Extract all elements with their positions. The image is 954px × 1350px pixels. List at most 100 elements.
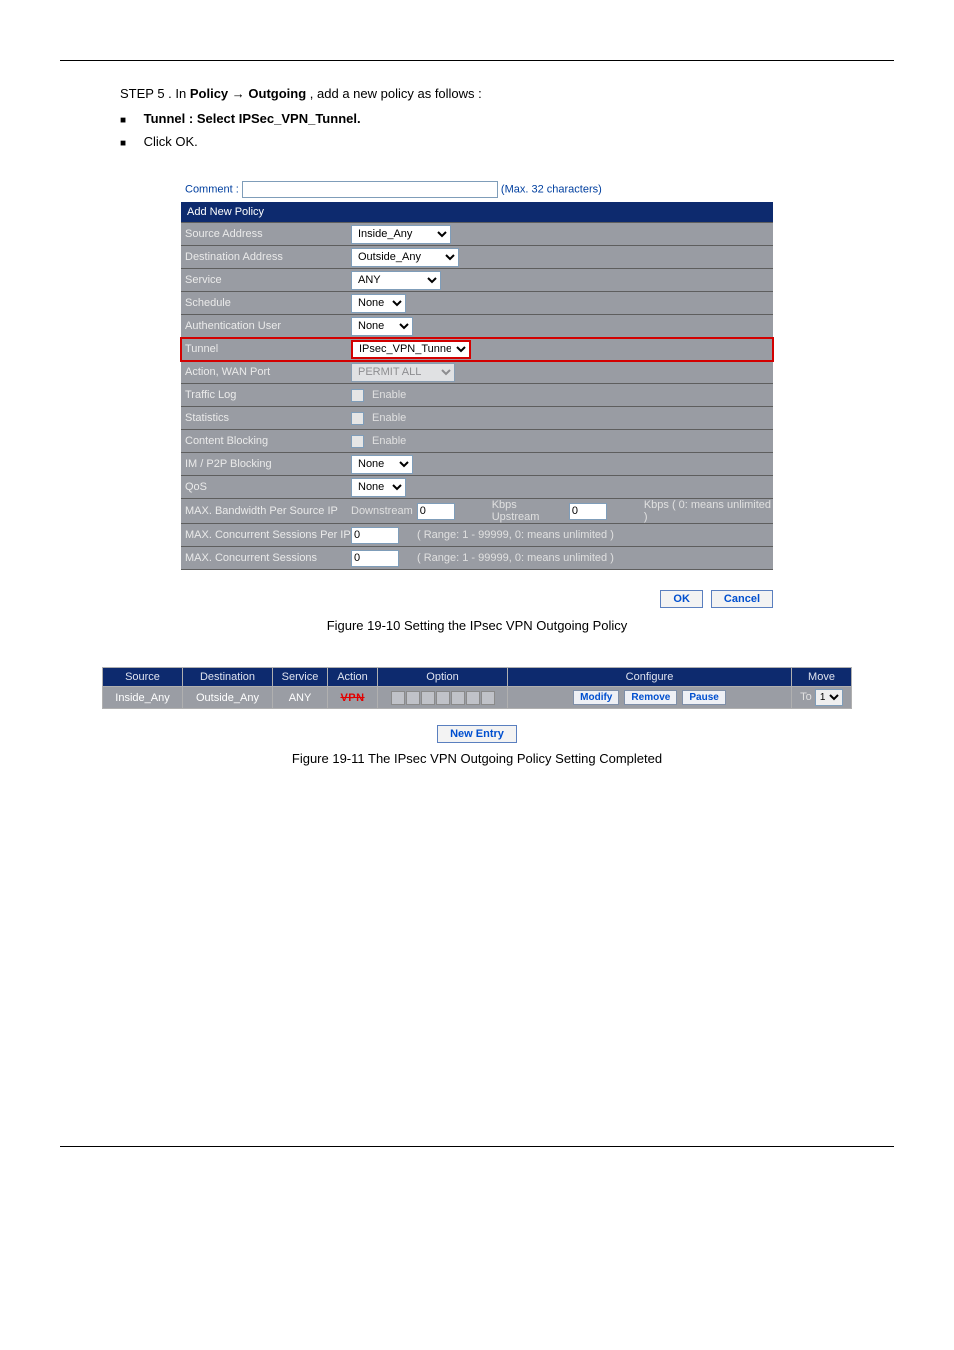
select-source[interactable]: Inside_Any [351, 225, 451, 244]
label-action: Action, WAN Port [181, 366, 351, 378]
table-row: Inside_Any Outside_Any ANY VPN Modify Re… [103, 687, 852, 709]
step-bold-outgoing: Outgoing [248, 86, 306, 101]
row-source-address: Source Address Inside_Any [181, 223, 773, 246]
label-service: Service [181, 274, 351, 286]
cell-action: VPN [328, 687, 378, 709]
label-maxsessip: MAX. Concurrent Sessions Per IP [181, 529, 351, 541]
option-slot-icon [391, 691, 405, 705]
label-dest: Destination Address [181, 251, 351, 263]
ok-button[interactable]: OK [660, 590, 703, 608]
checkbox-content[interactable] [351, 435, 364, 448]
move-select[interactable]: 1 [815, 689, 843, 706]
label-maxbw: MAX. Bandwidth Per Source IP [181, 505, 351, 517]
label-auth: Authentication User [181, 320, 351, 332]
step-prefix: STEP 5 . In [120, 86, 190, 101]
th-service: Service [273, 668, 328, 687]
upstream-input[interactable] [569, 503, 607, 520]
row-max-sess: MAX. Concurrent Sessions ( Range: 1 - 99… [181, 547, 773, 570]
row-max-bandwidth: MAX. Bandwidth Per Source IP Downstream … [181, 499, 773, 524]
downstream-label: Downstream [351, 505, 413, 517]
row-im-p2p: IM / P2P Blocking None [181, 453, 773, 476]
label-imp2p: IM / P2P Blocking [181, 458, 351, 470]
option-slot-icon [481, 691, 495, 705]
sessip-note: ( Range: 1 - 99999, 0: means unlimited ) [417, 529, 614, 541]
label-source: Source Address [181, 228, 351, 240]
option-slot-icon [451, 691, 465, 705]
label-traffic: Traffic Log [181, 389, 351, 401]
square-bullet-icon: ■ [120, 115, 130, 125]
th-configure: Configure [508, 668, 792, 687]
cancel-button[interactable]: Cancel [711, 590, 773, 608]
remove-button[interactable]: Remove [624, 690, 677, 705]
bottom-divider [60, 1146, 894, 1147]
row-dest-address: Destination Address Outside_Any [181, 246, 773, 269]
row-content-blocking: Content Blocking Enable [181, 430, 773, 453]
cell-service: ANY [273, 687, 328, 709]
th-move: Move [792, 668, 852, 687]
step-after: , add a new policy as follows : [310, 86, 482, 101]
upstream-label: Kbps Upstream [492, 499, 565, 523]
select-dest[interactable]: Outside_Any [351, 248, 459, 267]
option-slot-icon [466, 691, 480, 705]
enable-text: Enable [372, 412, 406, 424]
select-qos[interactable]: None [351, 478, 406, 497]
row-service: Service ANY [181, 269, 773, 292]
modify-button[interactable]: Modify [573, 690, 619, 705]
row-traffic-log: Traffic Log Enable [181, 384, 773, 407]
vpn-badge: VPN [340, 692, 364, 704]
pause-button[interactable]: Pause [682, 690, 725, 705]
th-dest: Destination [183, 668, 273, 687]
table-header-row: Source Destination Service Action Option… [103, 668, 852, 687]
cell-move: To 1 [792, 687, 852, 709]
option-slot-icon [436, 691, 450, 705]
comment-row: Comment : (Max. 32 characters) [181, 179, 773, 202]
downstream-input[interactable] [417, 503, 455, 520]
maxsessip-input[interactable] [351, 527, 399, 544]
cell-option [378, 687, 508, 709]
option-slot-icon [406, 691, 420, 705]
checkbox-traffic[interactable] [351, 389, 364, 402]
figure-caption-1: Figure 19-10 Setting the IPsec VPN Outgo… [60, 618, 894, 633]
move-to-label: To [800, 691, 812, 703]
option-slot-icon [421, 691, 435, 705]
section-header: Add New Policy [181, 202, 773, 223]
select-service[interactable]: ANY [351, 271, 441, 290]
select-tunnel[interactable]: IPsec_VPN_Tunnel [351, 340, 471, 359]
select-imp2p[interactable]: None [351, 455, 413, 474]
rule-table: Source Destination Service Action Option… [102, 667, 852, 709]
select-schedule[interactable]: None [351, 294, 406, 313]
square-bullet-icon: ■ [120, 138, 130, 148]
cell-configure: Modify Remove Pause [508, 687, 792, 709]
button-row: OK Cancel [181, 590, 773, 608]
bullet-ok: ■ Click OK. [120, 134, 894, 149]
comment-input[interactable] [242, 181, 498, 198]
select-auth[interactable]: None [351, 317, 413, 336]
th-option: Option [378, 668, 508, 687]
th-action: Action [328, 668, 378, 687]
row-auth-user: Authentication User None [181, 315, 773, 338]
checkbox-stats[interactable] [351, 412, 364, 425]
new-entry-row: New Entry [60, 725, 894, 743]
step-bold-policy: Policy [190, 86, 232, 101]
enable-text: Enable [372, 435, 406, 447]
top-divider [60, 60, 894, 61]
label-schedule: Schedule [181, 297, 351, 309]
new-entry-button[interactable]: New Entry [437, 725, 517, 743]
option-grid [382, 691, 503, 705]
label-tunnel: Tunnel [181, 343, 351, 355]
enable-text: Enable [372, 389, 406, 401]
maxsess-input[interactable] [351, 550, 399, 567]
row-action-wan: Action, WAN Port PERMIT ALL [181, 361, 773, 384]
label-content: Content Blocking [181, 435, 351, 447]
th-source: Source [103, 668, 183, 687]
comment-hint: (Max. 32 characters) [501, 183, 602, 195]
cell-source: Inside_Any [103, 687, 183, 709]
label-maxsess: MAX. Concurrent Sessions [181, 552, 351, 564]
bullet-tunnel: ■ Tunnel : Select IPSec_VPN_Tunnel. [120, 111, 894, 126]
comment-label: Comment : [185, 183, 239, 195]
figure-caption-2: Figure 19-11 The IPsec VPN Outgoing Poli… [60, 751, 894, 766]
row-tunnel: Tunnel IPsec_VPN_Tunnel [181, 338, 773, 361]
bullet-text-2: Click OK. [144, 134, 198, 149]
row-statistics: Statistics Enable [181, 407, 773, 430]
policy-form: Comment : (Max. 32 characters) Add New P… [181, 179, 773, 608]
